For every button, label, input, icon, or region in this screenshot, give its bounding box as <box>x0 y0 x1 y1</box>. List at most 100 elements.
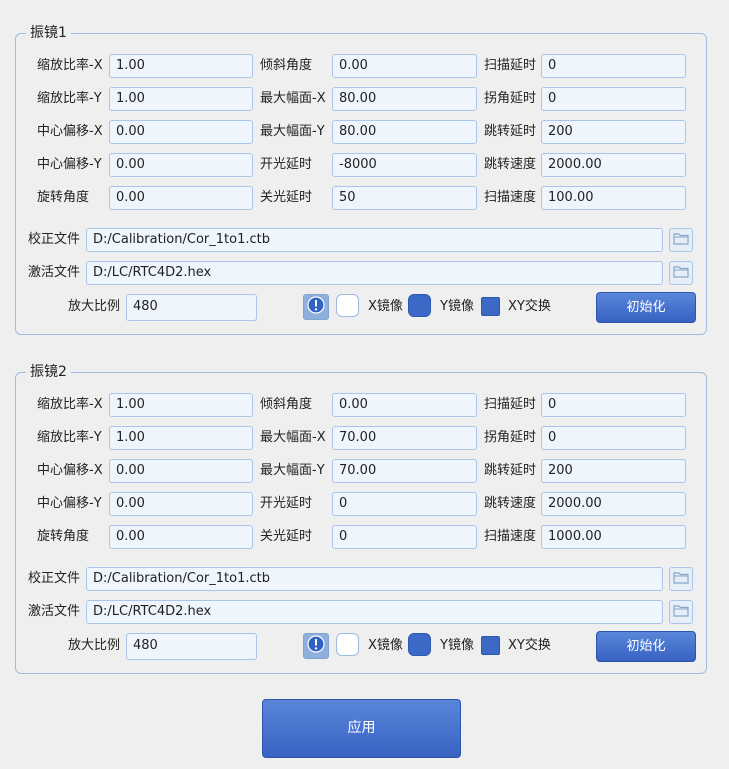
galvo2-field-input[interactable]: 70.00 <box>332 426 477 450</box>
apply-button[interactable]: 应用 <box>262 699 461 758</box>
galvo2-cal-file-input[interactable]: D:/Calibration/Cor_1to1.ctb <box>86 567 663 591</box>
galvo2-field-input[interactable]: 1.00 <box>109 393 253 417</box>
galvo1-field-label: 中心偏移-Y <box>37 157 102 172</box>
galvo1-group: 振镜1 <box>15 22 707 335</box>
galvo1-zoom-label: 放大比例 <box>68 299 121 314</box>
galvo2-field-label: 关光延时 <box>260 529 313 544</box>
info-icon <box>307 635 325 657</box>
galvo2-field-input[interactable]: 1000.00 <box>541 525 686 549</box>
galvo1-xy-swap-checkbox[interactable] <box>481 297 500 316</box>
galvo1-cal-file-input[interactable]: D:/Calibration/Cor_1to1.ctb <box>86 228 663 252</box>
galvo1-field-input[interactable]: 50 <box>332 186 477 210</box>
galvo2-field-input[interactable]: 1.00 <box>109 426 253 450</box>
folder-icon <box>673 232 689 249</box>
galvo1-field-label: 最大幅面-X <box>260 91 326 106</box>
galvo1-field-input[interactable]: 0.00 <box>109 186 253 210</box>
galvo1-act-file-input[interactable]: D:/LC/RTC4D2.hex <box>86 261 663 285</box>
folder-icon <box>673 571 689 588</box>
galvo2-field-input[interactable]: 0 <box>541 426 686 450</box>
galvo1-field-input[interactable]: -8000 <box>332 153 477 177</box>
galvo2-xy-swap-label: XY交换 <box>508 638 551 653</box>
galvo1-field-label: 中心偏移-X <box>37 124 103 139</box>
galvo1-info-button[interactable] <box>303 294 329 320</box>
galvo1-field-label: 跳转延时 <box>484 124 537 139</box>
galvo1-cal-file-label: 校正文件 <box>28 232 81 247</box>
galvo1-field-input[interactable]: 0 <box>541 87 686 111</box>
galvo2-field-label: 最大幅面-X <box>260 430 326 445</box>
galvo2-x-mirror-label: X镜像 <box>368 638 403 653</box>
galvo2-field-label: 拐角延时 <box>484 430 537 445</box>
galvo1-y-mirror-label: Y镜像 <box>440 299 474 314</box>
galvo2-field-input[interactable]: 70.00 <box>332 459 477 483</box>
galvo2-init-button[interactable]: 初始化 <box>596 631 696 662</box>
galvo1-title: 振镜1 <box>26 22 71 42</box>
galvo1-init-button[interactable]: 初始化 <box>596 292 696 323</box>
galvo2-field-input[interactable]: 0.00 <box>109 525 253 549</box>
galvo2-field-label: 扫描速度 <box>484 529 537 544</box>
galvo1-y-mirror-checkbox[interactable] <box>408 294 431 317</box>
galvo2-act-file-label: 激活文件 <box>28 604 81 619</box>
galvo2-zoom-input[interactable]: 480 <box>126 633 257 660</box>
galvo2-act-browse-button[interactable] <box>669 600 693 624</box>
galvo1-field-label: 关光延时 <box>260 190 313 205</box>
galvo2-field-label: 中心偏移-Y <box>37 496 102 511</box>
galvo2-xy-swap-checkbox[interactable] <box>481 636 500 655</box>
galvo1-field-label: 缩放比率-Y <box>37 91 102 106</box>
galvo1-field-label: 拐角延时 <box>484 91 537 106</box>
galvo2-zoom-label: 放大比例 <box>68 638 121 653</box>
folder-icon <box>673 265 689 282</box>
galvo2-field-input[interactable]: 0.00 <box>109 459 253 483</box>
galvo2-cal-browse-button[interactable] <box>669 567 693 591</box>
galvo1-field-input[interactable]: 1.00 <box>109 87 253 111</box>
galvo2-y-mirror-label: Y镜像 <box>440 638 474 653</box>
galvo2-field-input[interactable]: 0 <box>541 393 686 417</box>
folder-icon <box>673 604 689 621</box>
galvo2-title: 振镜2 <box>26 361 71 381</box>
galvo1-field-input[interactable]: 0 <box>541 54 686 78</box>
galvo2-y-mirror-checkbox[interactable] <box>408 633 431 656</box>
galvo1-field-input[interactable]: 2000.00 <box>541 153 686 177</box>
galvo1-act-browse-button[interactable] <box>669 261 693 285</box>
galvo1-field-input[interactable]: 0.00 <box>109 153 253 177</box>
galvo1-cal-browse-button[interactable] <box>669 228 693 252</box>
galvo2-field-input[interactable]: 0 <box>332 525 477 549</box>
galvo1-field-input[interactable]: 80.00 <box>332 120 477 144</box>
galvo1-zoom-input[interactable]: 480 <box>126 294 257 321</box>
galvo1-field-label: 扫描延时 <box>484 58 537 73</box>
galvo2-field-input[interactable]: 0.00 <box>332 393 477 417</box>
galvo1-field-label: 开光延时 <box>260 157 313 172</box>
galvo2-field-label: 缩放比率-Y <box>37 430 102 445</box>
galvo2-field-label: 最大幅面-Y <box>260 463 325 478</box>
galvo1-x-mirror-label: X镜像 <box>368 299 403 314</box>
galvo1-field-input[interactable]: 1.00 <box>109 54 253 78</box>
galvo2-info-button[interactable] <box>303 633 329 659</box>
galvo2-field-label: 倾斜角度 <box>260 397 313 412</box>
galvo2-field-input[interactable]: 200 <box>541 459 686 483</box>
galvo1-xy-swap-label: XY交换 <box>508 299 551 314</box>
galvo1-act-file-label: 激活文件 <box>28 265 81 280</box>
galvo1-x-mirror-checkbox[interactable] <box>336 294 359 317</box>
galvo2-cal-file-label: 校正文件 <box>28 571 81 586</box>
galvo2-field-input[interactable]: 0 <box>332 492 477 516</box>
galvo1-field-label: 缩放比率-X <box>37 58 103 73</box>
galvo2-field-label: 跳转延时 <box>484 463 537 478</box>
galvo2-field-label: 缩放比率-X <box>37 397 103 412</box>
galvo1-field-input[interactable]: 0.00 <box>332 54 477 78</box>
galvo2-field-label: 旋转角度 <box>37 529 90 544</box>
galvo1-field-label: 最大幅面-Y <box>260 124 325 139</box>
galvo2-act-file-input[interactable]: D:/LC/RTC4D2.hex <box>86 600 663 624</box>
galvo1-field-label: 旋转角度 <box>37 190 90 205</box>
galvo1-field-input[interactable]: 100.00 <box>541 186 686 210</box>
galvo2-x-mirror-checkbox[interactable] <box>336 633 359 656</box>
galvo1-field-input[interactable]: 0.00 <box>109 120 253 144</box>
info-icon <box>307 296 325 318</box>
galvo1-field-label: 跳转速度 <box>484 157 537 172</box>
galvo2-field-label: 中心偏移-X <box>37 463 103 478</box>
galvo2-field-input[interactable]: 0.00 <box>109 492 253 516</box>
galvo1-field-label: 扫描速度 <box>484 190 537 205</box>
galvo1-field-input[interactable]: 200 <box>541 120 686 144</box>
galvo2-field-input[interactable]: 2000.00 <box>541 492 686 516</box>
galvo2-field-label: 跳转速度 <box>484 496 537 511</box>
galvo1-field-label: 倾斜角度 <box>260 58 313 73</box>
galvo1-field-input[interactable]: 80.00 <box>332 87 477 111</box>
